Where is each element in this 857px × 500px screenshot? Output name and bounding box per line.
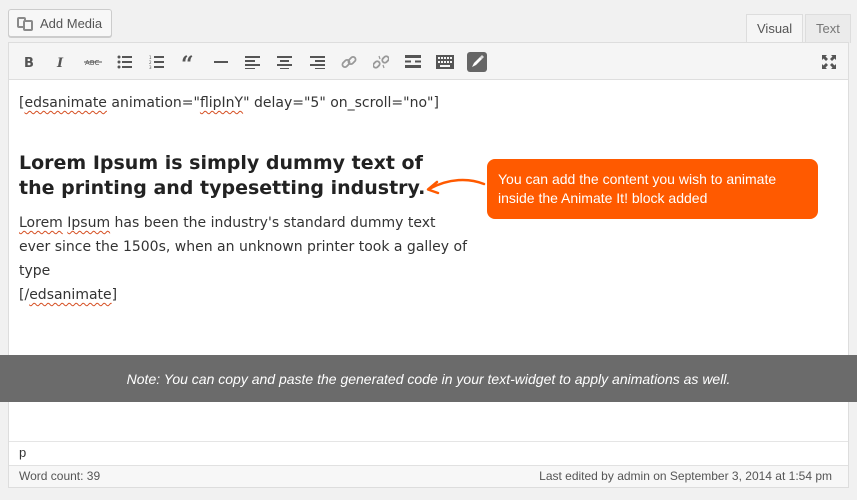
toolbar-toggle-button[interactable] [433, 50, 457, 74]
add-media-button[interactable]: Add Media [8, 9, 113, 37]
align-center-icon [277, 56, 292, 69]
horizontal-line-button[interactable] [209, 50, 233, 74]
strikethrough-icon: ABC [84, 59, 102, 67]
numbered-list-icon: 123 [149, 55, 164, 69]
bulleted-list-button[interactable] [113, 50, 137, 74]
italic-icon: I [56, 56, 64, 69]
italic-button[interactable]: I [49, 50, 73, 74]
align-right-button[interactable] [305, 50, 329, 74]
word-count: Word count: 39 [19, 469, 101, 483]
svg-text:I: I [56, 56, 64, 69]
blockquote-button[interactable]: “ [177, 50, 201, 74]
align-center-button[interactable] [273, 50, 297, 74]
read-more-icon [405, 55, 421, 68]
svg-text:“: “ [181, 55, 194, 69]
strikethrough-button[interactable]: ABC [81, 50, 105, 74]
shortcode-close: [/edsanimate] [19, 287, 118, 303]
blockquote-icon: “ [181, 55, 194, 69]
fullscreen-icon [822, 55, 836, 69]
editor-toolbar: B I ABC 123 “ [9, 43, 848, 80]
shortcode-open-tag: edsanimate [24, 95, 107, 111]
insert-link-button[interactable] [337, 50, 361, 74]
animate-it-button[interactable] [465, 50, 489, 74]
add-media-icon [17, 15, 34, 32]
tab-text[interactable]: Text [805, 14, 851, 43]
add-media-label: Add Media [40, 15, 103, 31]
horizontal-line-icon [214, 61, 228, 63]
content-paragraph: Lorem Ipsum has been the industry's stan… [19, 211, 469, 283]
svg-text:ABC: ABC [85, 59, 99, 67]
editor: B I ABC 123 “ [edsanimate animation="fli… [8, 42, 849, 488]
bold-button[interactable]: B [17, 50, 41, 74]
tab-visual[interactable]: Visual [746, 14, 804, 44]
shortcode-close-tag: edsanimate [29, 287, 112, 303]
link-icon [341, 56, 357, 68]
bold-icon: B [24, 56, 34, 69]
align-left-icon [245, 56, 260, 69]
shortcode-attr-start: animation=" [106, 95, 200, 111]
keyboard-icon [436, 55, 454, 69]
body-word-ipsum: Ipsum [67, 215, 111, 231]
bulleted-list-icon [117, 55, 132, 69]
align-left-button[interactable] [241, 50, 265, 74]
content-heading: Lorem Ipsum is simply dummy text of the … [19, 152, 426, 199]
shortcode-open: [edsanimate animation="flipInY" delay="5… [19, 95, 439, 111]
note-banner: Note: You can copy and paste the generat… [0, 355, 857, 402]
unlink-icon [373, 55, 389, 69]
svg-text:3: 3 [149, 65, 152, 69]
svg-text:B: B [24, 56, 34, 69]
fullscreen-button[interactable] [817, 50, 841, 74]
shortcode-effect: flipInY [199, 95, 244, 111]
element-path[interactable]: p [9, 441, 848, 465]
callout-arrow-icon [426, 178, 486, 195]
remove-link-button[interactable] [369, 50, 393, 74]
status-bar: Word count: 39 Last edited by admin on S… [9, 465, 848, 487]
align-right-icon [310, 56, 325, 69]
read-more-button[interactable] [401, 50, 425, 74]
numbered-list-button[interactable]: 123 [145, 50, 169, 74]
animate-it-icon [467, 52, 487, 72]
last-edited: Last edited by admin on September 3, 201… [539, 469, 832, 483]
callout-bubble: You can add the content you wish to anim… [487, 159, 818, 219]
body-word-lorem: Lorem [19, 215, 63, 231]
shortcode-attr-end: " delay="5" on_scroll="no"] [243, 95, 439, 111]
